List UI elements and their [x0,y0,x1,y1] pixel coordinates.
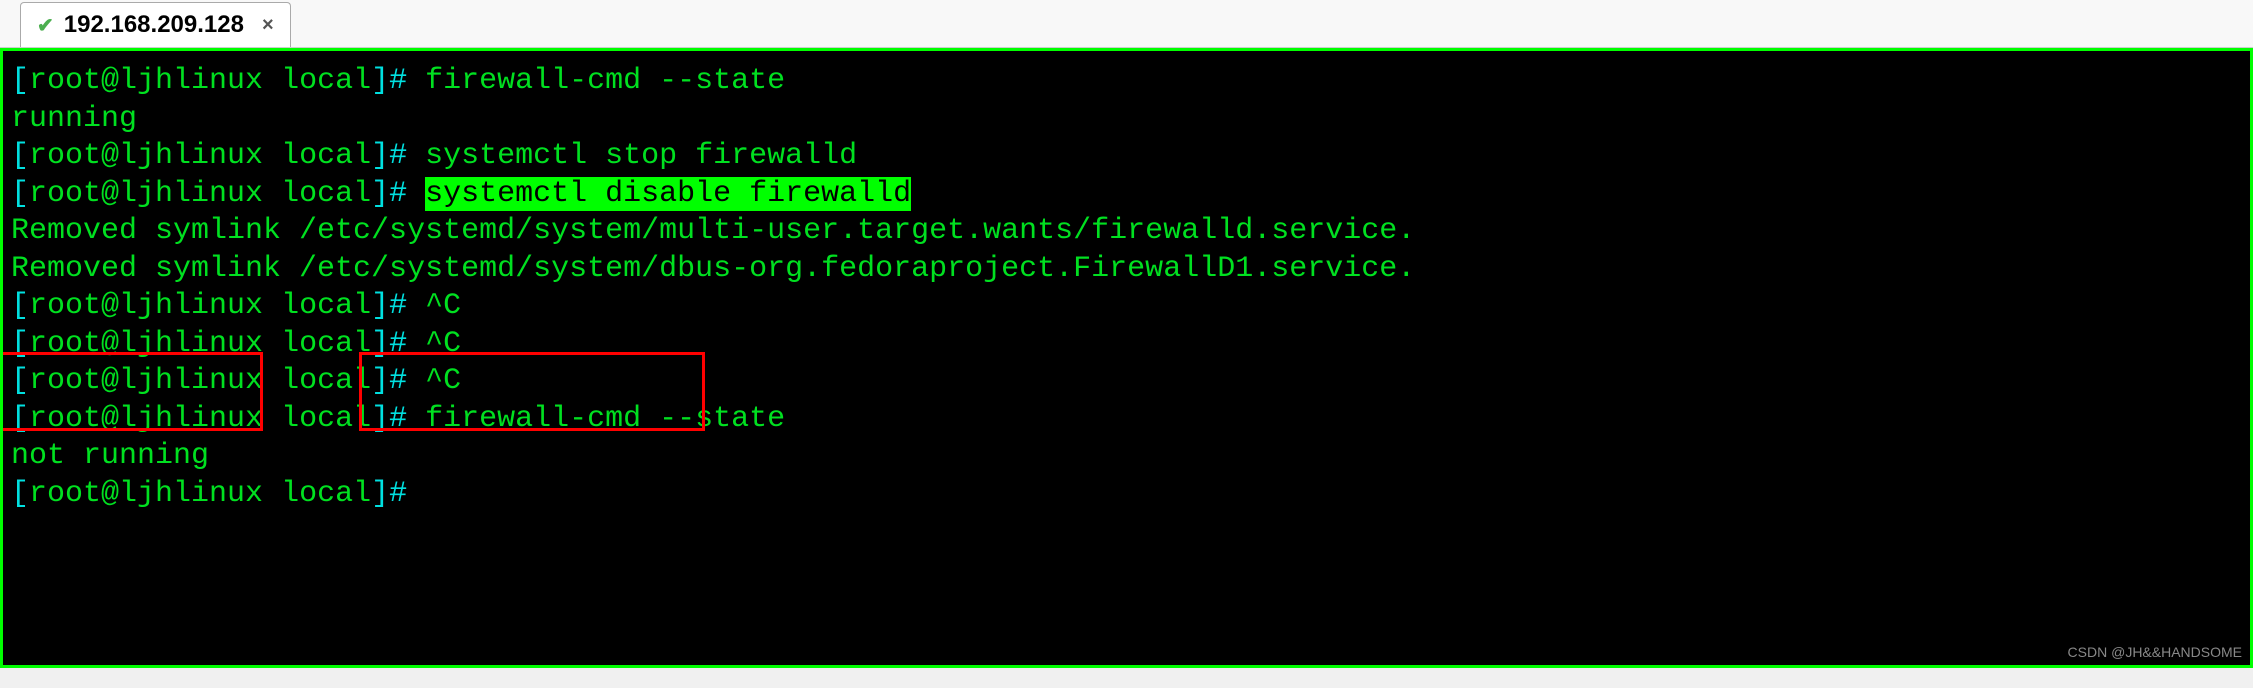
terminal-output: not running [11,439,209,473]
terminal-line: not running [11,438,2242,476]
terminal-line: Removed symlink /etc/systemd/system/dbus… [11,251,2242,289]
prompt-open-bracket: [ [11,289,29,323]
tab-bar: ✔ 192.168.209.128 × [0,0,2253,48]
terminal-output: running [11,102,137,136]
terminal-line: [root@ljhlinux local]# systemctl stop fi… [11,138,2242,176]
terminal-line: Removed symlink /etc/systemd/system/mult… [11,213,2242,251]
tab-title: 192.168.209.128 [64,11,244,39]
prompt-open-bracket: [ [11,139,29,173]
prompt-open-bracket: [ [11,402,29,436]
terminal-command: firewall-cmd --state [425,402,785,436]
terminal-line: [root@ljhlinux local]# ^C [11,288,2242,326]
prompt-path: local [281,402,371,436]
prompt-open-bracket: [ [11,64,29,98]
prompt-path: local [281,477,371,511]
prompt-close-bracket: ]# [371,64,425,98]
prompt-path: local [281,177,371,211]
terminal-command: ^C [425,364,461,398]
prompt-open-bracket: [ [11,327,29,361]
prompt-userhost: root@ljhlinux [29,139,263,173]
prompt-path: local [281,139,371,173]
terminal-line: [root@ljhlinux local]# firewall-cmd --st… [11,63,2242,101]
terminal-line: [root@ljhlinux local]# ^C [11,363,2242,401]
terminal-content[interactable]: [root@ljhlinux local]# firewall-cmd --st… [11,63,2242,513]
terminal-line: [root@ljhlinux local]# [11,476,2242,514]
terminal-line: running [11,101,2242,139]
prompt-close-bracket: ]# [371,364,425,398]
terminal-output: Removed symlink /etc/systemd/system/dbus… [11,252,1415,286]
prompt-userhost: root@ljhlinux [29,177,263,211]
terminal-output: Removed symlink /etc/systemd/system/mult… [11,214,1415,248]
close-icon[interactable]: × [262,14,274,37]
terminal-window[interactable]: [root@ljhlinux local]# firewall-cmd --st… [0,48,2253,668]
prompt-path: local [281,364,371,398]
prompt-userhost: root@ljhlinux [29,477,263,511]
prompt-open-bracket: [ [11,177,29,211]
prompt-userhost: root@ljhlinux [29,327,263,361]
prompt-close-bracket: ]# [371,402,425,436]
prompt-close-bracket: ]# [371,327,425,361]
watermark: CSDN @JH&&HANDSOME [2068,644,2242,662]
terminal-tab[interactable]: ✔ 192.168.209.128 × [20,2,291,47]
terminal-command: ^C [425,289,461,323]
terminal-command: systemctl stop firewalld [425,139,857,173]
terminal-command: systemctl disable firewalld [425,177,911,211]
prompt-userhost: root@ljhlinux [29,402,263,436]
terminal-command: ^C [425,327,461,361]
prompt-userhost: root@ljhlinux [29,289,263,323]
terminal-command: firewall-cmd --state [425,64,785,98]
prompt-path: local [281,327,371,361]
prompt-open-bracket: [ [11,477,29,511]
terminal-line: [root@ljhlinux local]# ^C [11,326,2242,364]
prompt-close-bracket: ]# [371,477,425,511]
prompt-path: local [281,64,371,98]
connected-icon: ✔ [37,13,54,38]
terminal-line: [root@ljhlinux local]# firewall-cmd --st… [11,401,2242,439]
prompt-userhost: root@ljhlinux [29,364,263,398]
prompt-close-bracket: ]# [371,177,425,211]
prompt-close-bracket: ]# [371,139,425,173]
prompt-userhost: root@ljhlinux [29,64,263,98]
prompt-open-bracket: [ [11,364,29,398]
prompt-path: local [281,289,371,323]
prompt-close-bracket: ]# [371,289,425,323]
terminal-line: [root@ljhlinux local]# systemctl disable… [11,176,2242,214]
